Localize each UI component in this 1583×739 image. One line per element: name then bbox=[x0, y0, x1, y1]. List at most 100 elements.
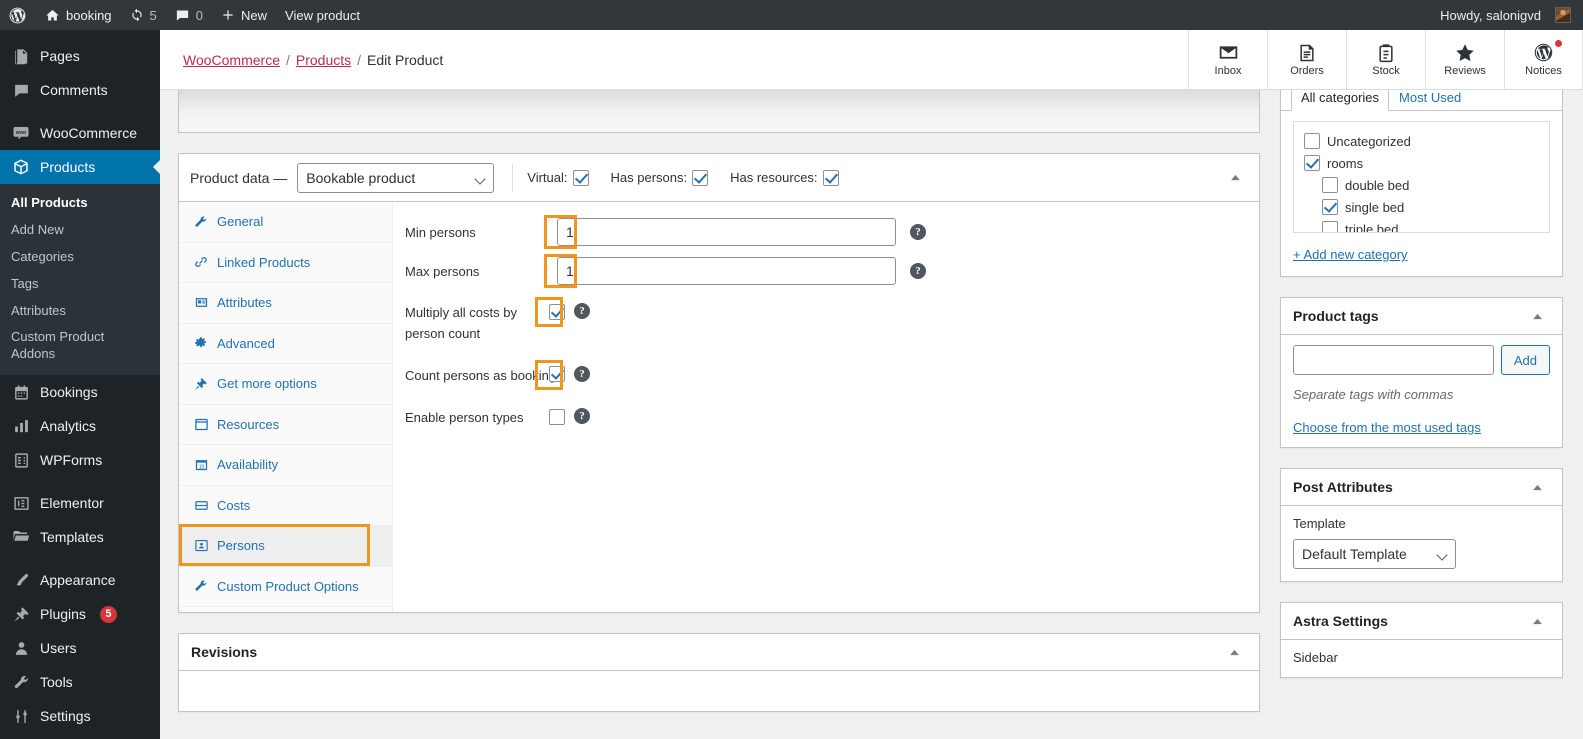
sidebar-item-users[interactable]: Users bbox=[0, 631, 160, 665]
has-resources-label: Has resources: bbox=[730, 170, 818, 185]
tab-persons[interactable]: Persons bbox=[179, 526, 392, 567]
add-tag-button[interactable]: Add bbox=[1500, 345, 1550, 375]
sidebar-item-pages[interactable]: Pages bbox=[0, 39, 160, 73]
category-checkbox[interactable] bbox=[1304, 155, 1320, 171]
category-checklist[interactable]: Uncategorized rooms double bed single be… bbox=[1293, 121, 1550, 233]
choose-most-used-tags-link[interactable]: Choose from the most used tags bbox=[1293, 420, 1550, 435]
min-persons-help-icon[interactable]: ? bbox=[910, 224, 926, 240]
product-tags-title: Product tags bbox=[1293, 308, 1379, 324]
main-column: Product data — Bookable product Virtual:… bbox=[160, 90, 1270, 739]
updates-menu[interactable]: 5 bbox=[121, 0, 166, 30]
header-action-reviews[interactable]: Reviews bbox=[1425, 30, 1504, 89]
category-item-rooms[interactable]: rooms bbox=[1300, 152, 1543, 174]
sidebar-item-comments[interactable]: Comments bbox=[0, 73, 160, 107]
template-select[interactable]: Default Template bbox=[1293, 539, 1456, 569]
tag-input-row: Add bbox=[1293, 345, 1550, 375]
tab-most-used[interactable]: Most Used bbox=[1389, 90, 1471, 111]
header-action-stock[interactable]: Stock bbox=[1346, 30, 1425, 89]
sidebar-item-elementor[interactable]: Elementor bbox=[0, 486, 160, 520]
astra-settings-panel: Astra Settings Sidebar bbox=[1280, 602, 1563, 678]
min-persons-input[interactable] bbox=[557, 218, 896, 246]
enable-person-types-checkbox[interactable] bbox=[549, 409, 565, 426]
post-attributes-header: Post Attributes bbox=[1281, 469, 1562, 506]
category-item-double-bed[interactable]: double bed bbox=[1300, 174, 1543, 196]
sidebar-item-bookings[interactable]: Bookings bbox=[0, 375, 160, 409]
submenu-item-tags[interactable]: Tags bbox=[0, 271, 160, 298]
sidebar-item-woocommerce[interactable]: woo WooCommerce bbox=[0, 116, 160, 150]
tab-custom-product-options[interactable]: Custom Product Options bbox=[179, 567, 392, 607]
enable-person-types-row: Enable person types ? bbox=[393, 408, 1259, 429]
submenu-item-all-products[interactable]: All Products bbox=[0, 190, 160, 217]
product-type-select[interactable]: Bookable product bbox=[297, 162, 495, 193]
has-resources-checkbox-row[interactable]: Has resources: bbox=[730, 169, 839, 186]
sidebar-item-wpforms[interactable]: WPForms bbox=[0, 443, 160, 477]
tab-availability[interactable]: 10 Availability bbox=[179, 445, 392, 486]
header-action-orders[interactable]: Orders bbox=[1267, 30, 1346, 89]
header-action-notices[interactable]: Notices bbox=[1504, 30, 1583, 89]
breadcrumb-woocommerce[interactable]: WooCommerce bbox=[183, 52, 280, 68]
view-product-link[interactable]: View product bbox=[276, 0, 369, 30]
sidebar-item-appearance[interactable]: Appearance bbox=[0, 563, 160, 597]
breadcrumb-current: Edit Product bbox=[367, 51, 444, 68]
sidebar-item-label: Analytics bbox=[40, 418, 97, 435]
submenu-item-custom-product-addons[interactable]: Custom Product Addons bbox=[0, 324, 120, 368]
astra-settings-header: Astra Settings bbox=[1281, 603, 1562, 640]
sidebar-item-tools[interactable]: Tools bbox=[0, 665, 160, 699]
tab-attributes[interactable]: Attributes bbox=[179, 283, 392, 324]
enable-person-types-help-icon[interactable]: ? bbox=[574, 408, 590, 425]
has-persons-checkbox[interactable] bbox=[692, 169, 709, 186]
category-item-triple-bed[interactable]: triple bed bbox=[1300, 218, 1543, 232]
revisions-collapse-toggle[interactable] bbox=[1221, 639, 1247, 665]
count-persons-help-icon[interactable]: ? bbox=[574, 365, 590, 382]
new-content-menu[interactable]: New bbox=[212, 0, 276, 30]
breadcrumb-products[interactable]: Products bbox=[296, 52, 351, 68]
multiply-costs-help-icon[interactable]: ? bbox=[574, 303, 590, 319]
virtual-checkbox-row[interactable]: Virtual: bbox=[527, 169, 589, 186]
comments-menu[interactable]: 0 bbox=[166, 0, 212, 30]
template-select-wrapper: Default Template bbox=[1293, 539, 1456, 569]
category-checkbox[interactable] bbox=[1322, 199, 1338, 215]
max-persons-help-icon[interactable]: ? bbox=[910, 263, 926, 279]
multiply-costs-checkbox[interactable] bbox=[549, 303, 565, 320]
category-checkbox[interactable] bbox=[1304, 133, 1320, 149]
add-new-category-link[interactable]: + Add new category bbox=[1293, 247, 1550, 262]
svg-text:woo: woo bbox=[15, 130, 27, 136]
submenu-item-add-new[interactable]: Add New bbox=[0, 217, 160, 244]
submenu-item-categories[interactable]: Categories bbox=[0, 244, 160, 271]
wp-logo-menu[interactable] bbox=[0, 0, 36, 30]
sidebar-item-templates[interactable]: Templates bbox=[0, 520, 160, 554]
tab-linked-products[interactable]: Linked Products bbox=[179, 243, 392, 283]
product-tags-collapse-toggle[interactable] bbox=[1524, 303, 1550, 329]
tag-input[interactable] bbox=[1293, 345, 1494, 375]
submenu-item-attributes[interactable]: Attributes bbox=[0, 298, 160, 325]
category-item-single-bed[interactable]: single bed bbox=[1300, 196, 1543, 218]
my-account-menu[interactable]: Howdy, salonigvd bbox=[1431, 0, 1583, 30]
count-persons-checkbox[interactable] bbox=[549, 366, 565, 383]
category-checkbox[interactable] bbox=[1322, 177, 1338, 193]
sidebar-item-plugins[interactable]: Plugins 5 bbox=[0, 597, 160, 631]
header-action-inbox[interactable]: Inbox bbox=[1188, 30, 1267, 89]
virtual-checkbox[interactable] bbox=[572, 169, 589, 186]
tab-advanced[interactable]: Advanced bbox=[179, 324, 392, 364]
sidebar-item-label: Settings bbox=[40, 708, 91, 725]
category-item-uncategorized[interactable]: Uncategorized bbox=[1300, 130, 1543, 152]
has-persons-checkbox-row[interactable]: Has persons: bbox=[611, 169, 709, 186]
pages-icon bbox=[11, 46, 31, 66]
tab-resources[interactable]: Resources bbox=[179, 405, 392, 445]
sidebar-item-settings[interactable]: Settings bbox=[0, 699, 160, 733]
astra-settings-collapse-toggle[interactable] bbox=[1524, 608, 1550, 634]
howdy-label: Howdy, salonigvd bbox=[1440, 7, 1541, 23]
product-tags-panel: Product tags Add Separate tags with comm… bbox=[1280, 297, 1563, 448]
product-data-collapse-toggle[interactable] bbox=[1222, 165, 1248, 191]
post-attributes-collapse-toggle[interactable] bbox=[1524, 474, 1550, 500]
tab-general[interactable]: General bbox=[179, 202, 392, 243]
tab-all-categories[interactable]: All categories bbox=[1291, 90, 1390, 111]
has-resources-checkbox[interactable] bbox=[822, 169, 839, 186]
site-name-menu[interactable]: booking bbox=[36, 0, 121, 30]
sidebar-item-products[interactable]: Products bbox=[0, 150, 160, 184]
tab-get-more-options[interactable]: Get more options bbox=[179, 364, 392, 405]
sidebar-item-analytics[interactable]: Analytics bbox=[0, 409, 160, 443]
tab-costs[interactable]: Costs bbox=[179, 486, 392, 526]
max-persons-input[interactable] bbox=[557, 257, 896, 285]
category-checkbox[interactable] bbox=[1322, 221, 1338, 232]
